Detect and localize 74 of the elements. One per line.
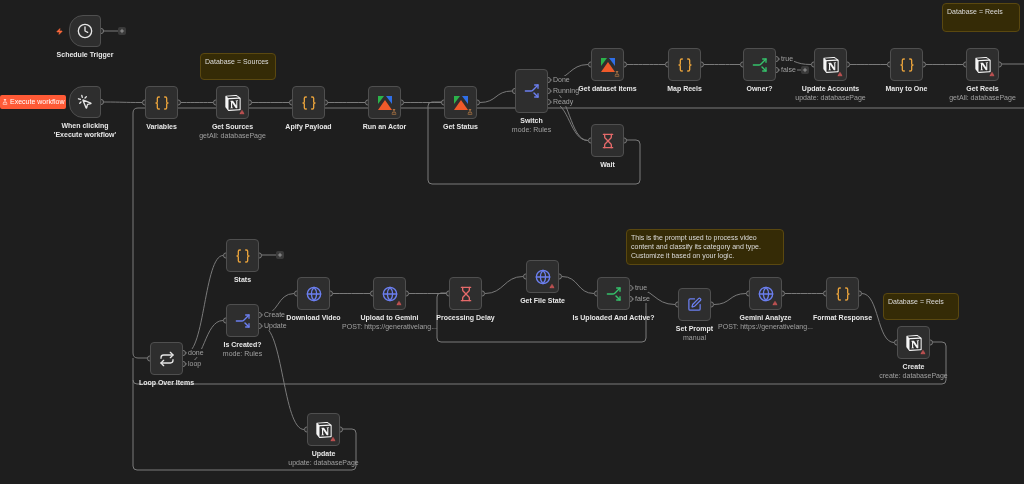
workflow-node[interactable] [368, 86, 401, 119]
workflow-node[interactable] [966, 48, 999, 81]
add-node-button[interactable] [276, 251, 284, 259]
braces-icon [300, 94, 317, 111]
cursor-click-icon [77, 94, 93, 110]
workflow-node[interactable] [69, 15, 101, 47]
braces-icon [834, 285, 851, 302]
braces-icon [676, 56, 693, 73]
plus-icon [119, 28, 125, 34]
workflow-node[interactable] [444, 86, 477, 119]
workflow-node[interactable] [373, 277, 406, 310]
triangle-logo-icon [599, 56, 616, 73]
notion-logo-icon [974, 56, 991, 73]
connector-line [327, 102, 366, 103]
workflow-node[interactable] [449, 277, 482, 310]
notion-logo-icon [905, 334, 922, 351]
connector-line [251, 102, 290, 103]
globe-icon [534, 268, 551, 285]
workflow-node[interactable] [890, 48, 923, 81]
notion-logo-icon [822, 56, 839, 73]
connector-line [849, 64, 888, 65]
connector-line [925, 64, 964, 65]
loop-icon [158, 350, 175, 367]
connector-line [180, 102, 214, 103]
plus-icon [802, 67, 808, 73]
workflow-node[interactable] [292, 86, 325, 119]
plus-icon [277, 252, 283, 258]
connector-line [626, 64, 666, 65]
workflow-node[interactable] [591, 48, 624, 81]
workflow-node[interactable] [897, 326, 930, 359]
connector-line [550, 64, 589, 81]
flask-icon [2, 99, 8, 105]
workflow-node[interactable] [150, 342, 183, 375]
workflow-node[interactable] [226, 304, 259, 337]
notion-logo-icon [315, 421, 332, 438]
workflow-node[interactable] [668, 48, 701, 81]
workflow-node[interactable] [526, 260, 559, 293]
workflow-node[interactable] [597, 277, 630, 310]
fork-arrow-icon [605, 285, 622, 302]
workflow-node[interactable] [297, 277, 330, 310]
flask-icon [614, 71, 620, 77]
pencil-icon [687, 297, 702, 312]
workflow-node[interactable] [743, 48, 776, 81]
connector-line [703, 64, 741, 65]
workflow-node[interactable] [216, 86, 249, 119]
triangle-logo-icon [376, 94, 393, 111]
braces-icon [898, 56, 915, 73]
branch-icon [234, 312, 251, 329]
workflow-node[interactable] [814, 48, 847, 81]
clock-icon [77, 23, 93, 39]
globe-icon [757, 285, 774, 302]
flask-icon [467, 109, 473, 115]
add-node-button[interactable] [118, 27, 126, 35]
workflow-node[interactable] [69, 86, 101, 118]
workflow-node[interactable] [749, 277, 782, 310]
braces-icon [234, 247, 251, 264]
workflow-node[interactable] [591, 124, 624, 157]
workflow-node[interactable] [826, 277, 859, 310]
connector-line [103, 101, 143, 103]
globe-icon [305, 285, 322, 302]
notion-logo-icon [224, 94, 241, 111]
workflow-node[interactable] [515, 69, 548, 113]
fork-arrow-icon [751, 56, 768, 73]
workflow-node[interactable] [226, 239, 259, 272]
braces-icon [153, 94, 170, 111]
branch-icon [523, 83, 540, 99]
workflow-node[interactable] [307, 413, 340, 446]
globe-icon [381, 285, 398, 302]
workflow-node[interactable] [678, 288, 711, 321]
add-node-button[interactable] [801, 66, 809, 74]
workflow-node[interactable] [145, 86, 178, 119]
flask-icon [391, 109, 397, 115]
triangle-logo-icon [452, 94, 469, 111]
lightning-bolt-icon [56, 28, 63, 35]
